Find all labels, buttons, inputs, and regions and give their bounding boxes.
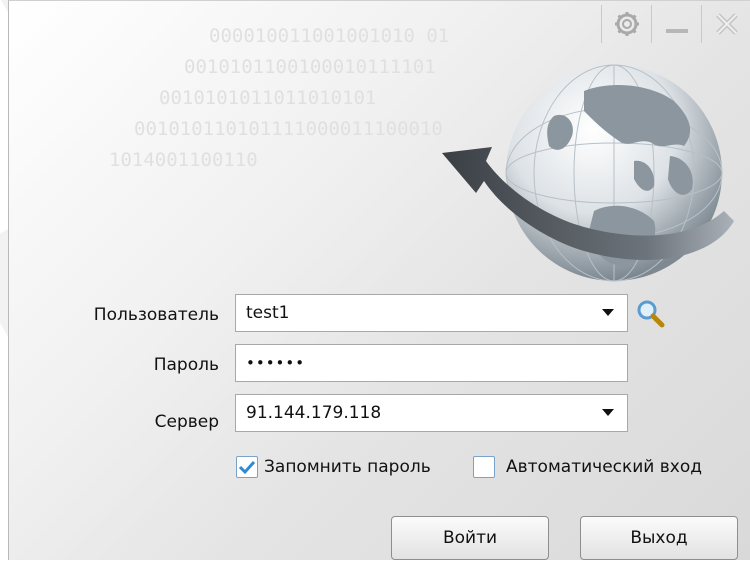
server-combobox[interactable]: 91.144.179.118 (235, 394, 628, 432)
close-icon (716, 13, 738, 35)
binary-line: 0010101011011010101 (159, 87, 377, 109)
server-value: 91.144.179.118 (246, 403, 382, 423)
password-value: •••••• (246, 354, 306, 372)
username-label: Пользователь (93, 305, 219, 325)
chevron-down-icon[interactable] (597, 402, 619, 424)
password-label: Пароль (153, 355, 219, 375)
server-label: Сервер (154, 412, 219, 432)
exit-button[interactable]: Выход (580, 516, 738, 560)
close-button[interactable] (701, 5, 750, 43)
binary-line: 001010110101111000011100010 (134, 118, 443, 140)
auto-login-checkbox[interactable] (473, 456, 495, 478)
binary-line: 0010101100100010111101 (184, 56, 436, 78)
binary-line: 1014001100110 (109, 149, 258, 171)
gear-icon (615, 12, 639, 36)
login-button[interactable]: Войти (391, 516, 549, 560)
minimize-button[interactable] (651, 5, 701, 43)
globe-arrow-icon (442, 64, 734, 282)
password-field[interactable]: •••••• (235, 344, 628, 382)
minimize-icon (666, 29, 688, 33)
remember-password-label[interactable]: Запомнить пароль (264, 457, 431, 477)
checkmark-icon (238, 460, 256, 475)
username-value: test1 (246, 303, 290, 323)
chevron-down-icon[interactable] (597, 302, 619, 324)
settings-button[interactable] (601, 5, 651, 43)
binary-decoration: 000010011001001010 01 0010101100100010111… (99, 21, 449, 176)
search-icon[interactable] (635, 298, 665, 328)
binary-line: 000010011001001010 01 (209, 25, 450, 47)
login-dialog: 000010011001001010 01 0010101100100010111… (8, 0, 750, 560)
auto-login-label[interactable]: Автоматический вход (506, 457, 702, 477)
window-controls (601, 5, 750, 43)
username-combobox[interactable]: test1 (235, 294, 628, 332)
remember-password-checkbox[interactable] (236, 456, 258, 478)
